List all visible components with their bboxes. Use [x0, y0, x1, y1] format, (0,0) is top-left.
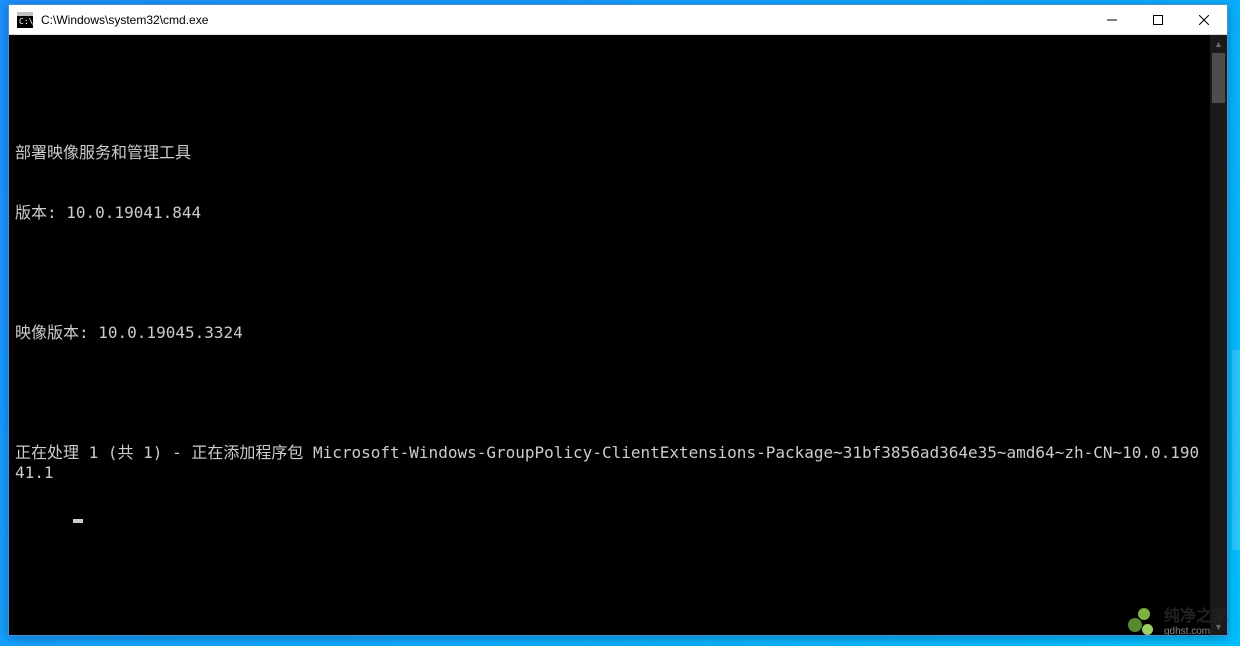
watermark: 纯净之家 gdhst.com	[1124, 606, 1228, 640]
output-line: 部署映像服务和管理工具	[15, 143, 1203, 163]
watermark-logo-icon	[1124, 606, 1158, 640]
terminal-body[interactable]: 部署映像服务和管理工具 版本: 10.0.19041.844 映像版本: 10.…	[9, 35, 1227, 635]
output-line: 正在处理 1 (共 1) - 正在添加程序包 Microsoft-Windows…	[15, 443, 1203, 483]
desktop-background-edge	[1232, 350, 1240, 550]
watermark-subtitle: gdhst.com	[1164, 627, 1228, 637]
scroll-up-arrow[interactable]: ▲	[1210, 35, 1227, 52]
cmd-window: C:\ C:\Windows\system32\cmd.exe 部署映像服务和管…	[8, 4, 1228, 636]
svg-text:C:\: C:\	[19, 17, 33, 26]
vertical-scrollbar[interactable]: ▲ ▼	[1210, 35, 1227, 635]
window-controls	[1089, 5, 1227, 34]
maximize-button[interactable]	[1135, 5, 1181, 35]
scroll-thumb[interactable]	[1212, 53, 1225, 103]
output-line: 版本: 10.0.19041.844	[15, 203, 1203, 223]
terminal-output: 部署映像服务和管理工具 版本: 10.0.19041.844 映像版本: 10.…	[15, 43, 1203, 543]
titlebar[interactable]: C:\ C:\Windows\system32\cmd.exe	[9, 5, 1227, 35]
cursor	[73, 519, 83, 523]
output-line: 映像版本: 10.0.19045.3324	[15, 323, 1203, 343]
close-button[interactable]	[1181, 5, 1227, 35]
cmd-icon: C:\	[17, 12, 33, 28]
window-title: C:\Windows\system32\cmd.exe	[39, 13, 1089, 27]
watermark-title: 纯净之家	[1164, 609, 1228, 625]
minimize-button[interactable]	[1089, 5, 1135, 35]
